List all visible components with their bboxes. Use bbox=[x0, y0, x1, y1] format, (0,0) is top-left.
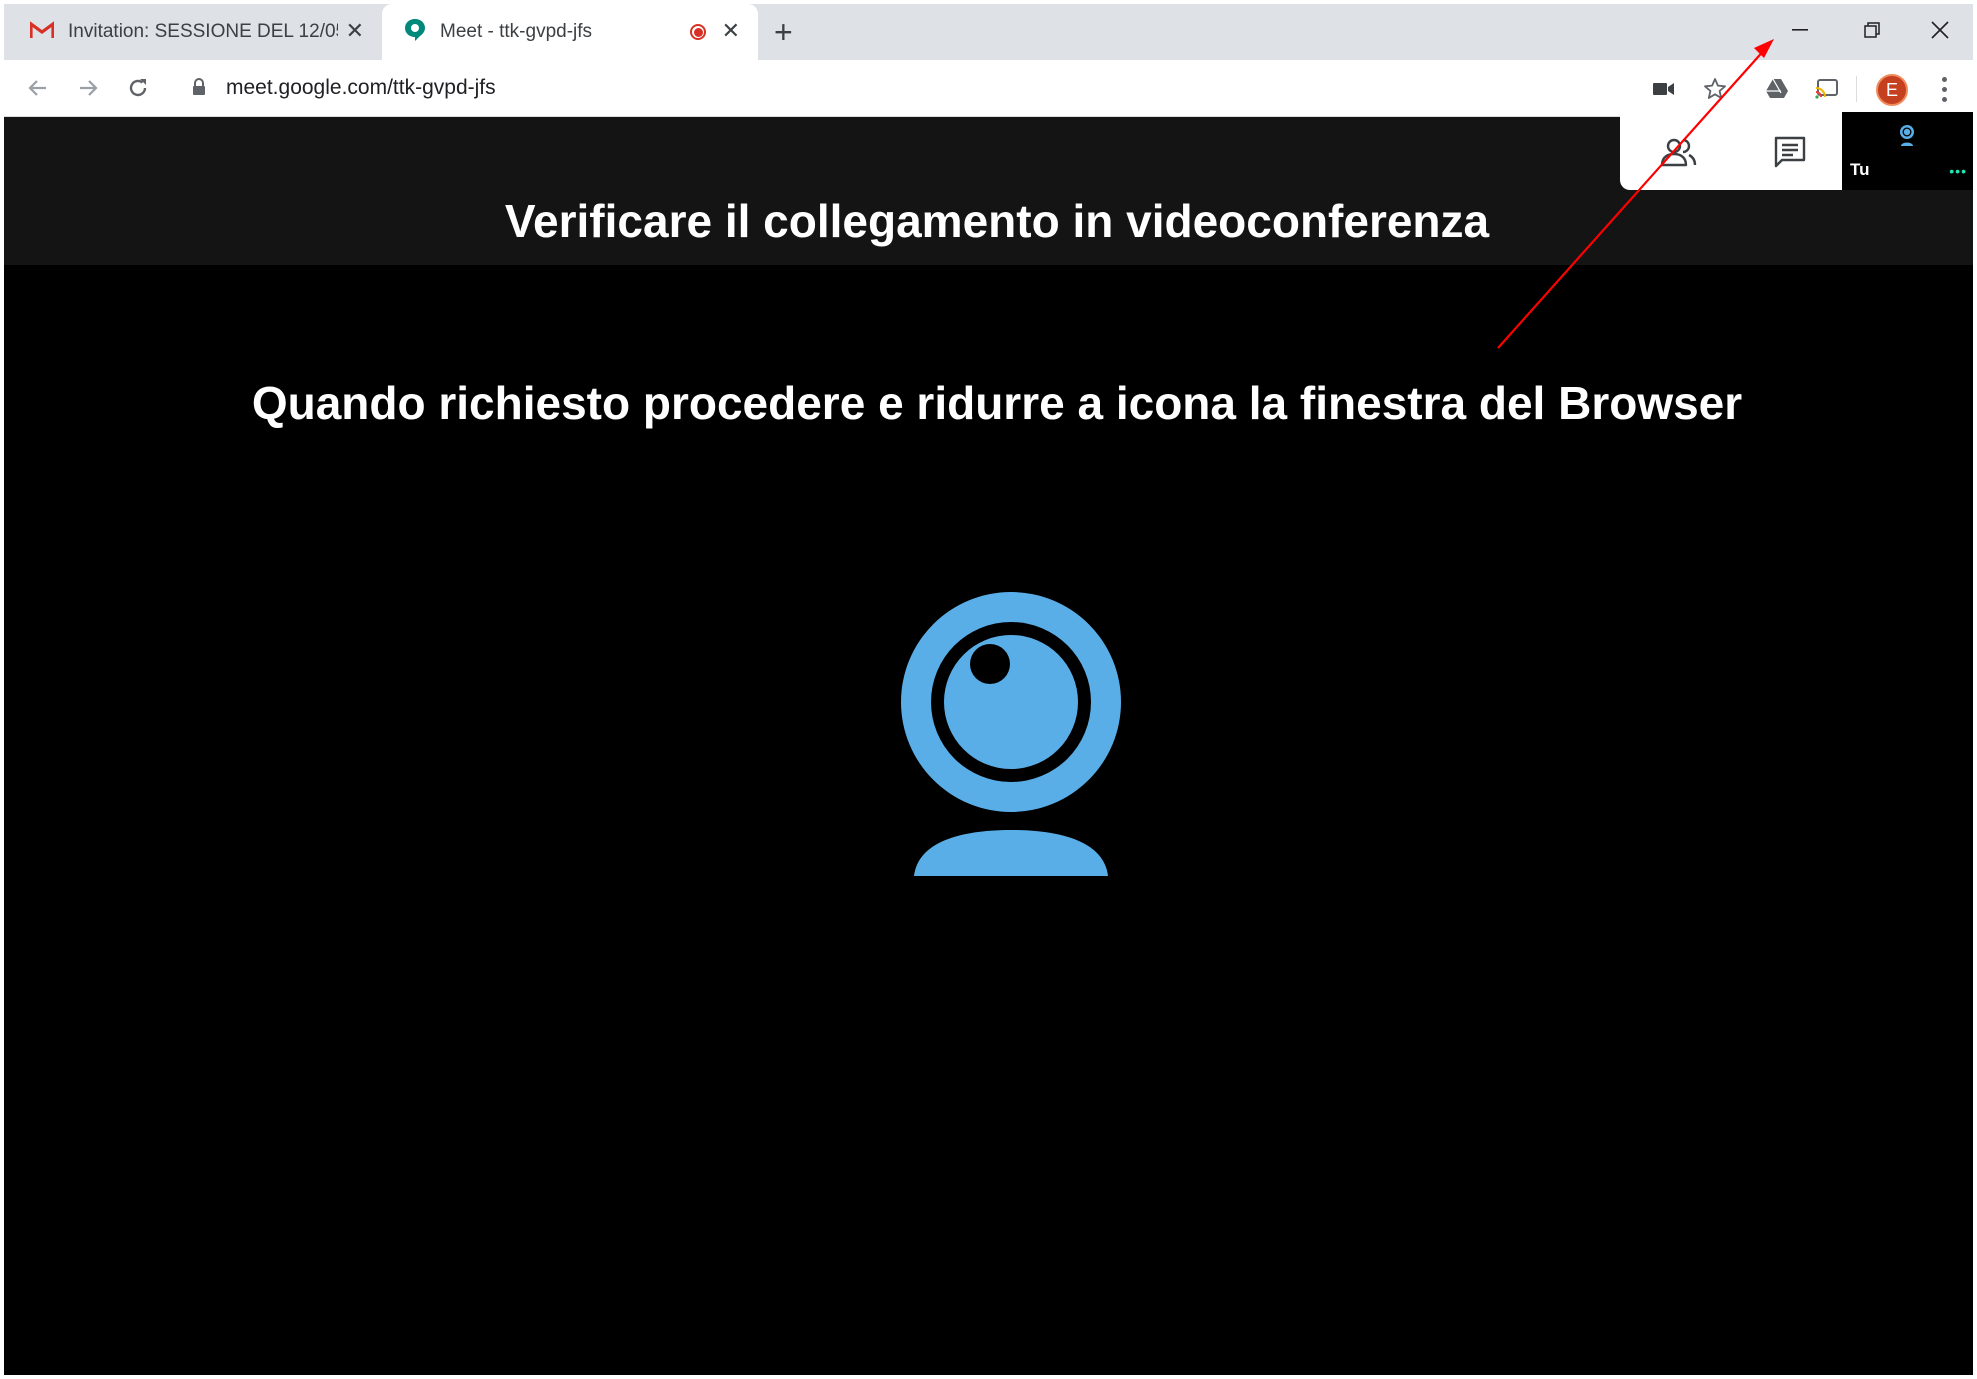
restore-button[interactable] bbox=[1842, 10, 1902, 50]
chat-button[interactable] bbox=[1770, 132, 1810, 172]
back-button[interactable] bbox=[22, 72, 54, 104]
new-tab-button[interactable]: + bbox=[774, 15, 793, 49]
window-close-button[interactable] bbox=[1910, 10, 1970, 50]
webcam-icon bbox=[900, 592, 1122, 883]
page-title: Verificare il collegamento in videoconfe… bbox=[504, 195, 1490, 247]
address-bar[interactable]: meet.google.com/ttk-gvpd-jfs bbox=[174, 68, 1634, 108]
tab-strip: Invitation: SESSIONE DEL 12/05/2 ✕ Meet … bbox=[4, 4, 1973, 60]
tab-title: Meet - ttk-gvpd-jfs bbox=[440, 21, 593, 42]
camera-icon[interactable] bbox=[1649, 74, 1679, 104]
tab-gmail-invitation[interactable]: Invitation: SESSIONE DEL 12/05/2 ✕ bbox=[4, 4, 382, 60]
participants-button[interactable] bbox=[1658, 132, 1698, 172]
people-icon bbox=[1660, 138, 1697, 167]
gmail-icon bbox=[29, 20, 55, 44]
tab-meet[interactable]: Meet - ttk-gvpd-jfs ✕ bbox=[382, 4, 758, 60]
toolbar-separator bbox=[1856, 76, 1857, 102]
browser-menu-icon[interactable] bbox=[1934, 74, 1954, 104]
tab-title: Invitation: SESSIONE DEL 12/05/2 bbox=[68, 21, 338, 42]
recording-indicator-icon bbox=[690, 24, 706, 40]
lock-icon bbox=[192, 78, 210, 98]
webcam-thumbnail-icon bbox=[1898, 124, 1916, 153]
reload-button[interactable] bbox=[122, 72, 154, 104]
self-view-tile[interactable]: Tu ••• bbox=[1842, 112, 1973, 190]
chat-icon bbox=[1774, 136, 1806, 168]
meet-icon bbox=[404, 18, 426, 47]
star-icon[interactable] bbox=[1700, 74, 1730, 104]
meet-side-panel-controls bbox=[1620, 112, 1842, 190]
tab-close-icon[interactable]: ✕ bbox=[346, 17, 364, 45]
tab-close-icon[interactable]: ✕ bbox=[722, 17, 740, 45]
browser-toolbar: meet.google.com/ttk-gvpd-jfs E bbox=[4, 60, 1973, 117]
forward-button[interactable] bbox=[72, 72, 104, 104]
cast-icon[interactable] bbox=[1812, 74, 1842, 104]
browser-window: Invitation: SESSIONE DEL 12/05/2 ✕ Meet … bbox=[4, 4, 1973, 1375]
audio-level-indicator: ••• bbox=[1949, 163, 1967, 179]
profile-avatar[interactable]: E bbox=[1876, 74, 1908, 106]
instruction-text: Quando richiesto procedere e ridurre a i… bbox=[251, 377, 1743, 429]
drive-icon[interactable] bbox=[1762, 74, 1792, 104]
self-view-label: Tu bbox=[1850, 160, 1870, 179]
minimize-button[interactable] bbox=[1770, 10, 1830, 50]
url-text: meet.google.com/ttk-gvpd-jfs bbox=[226, 76, 496, 99]
